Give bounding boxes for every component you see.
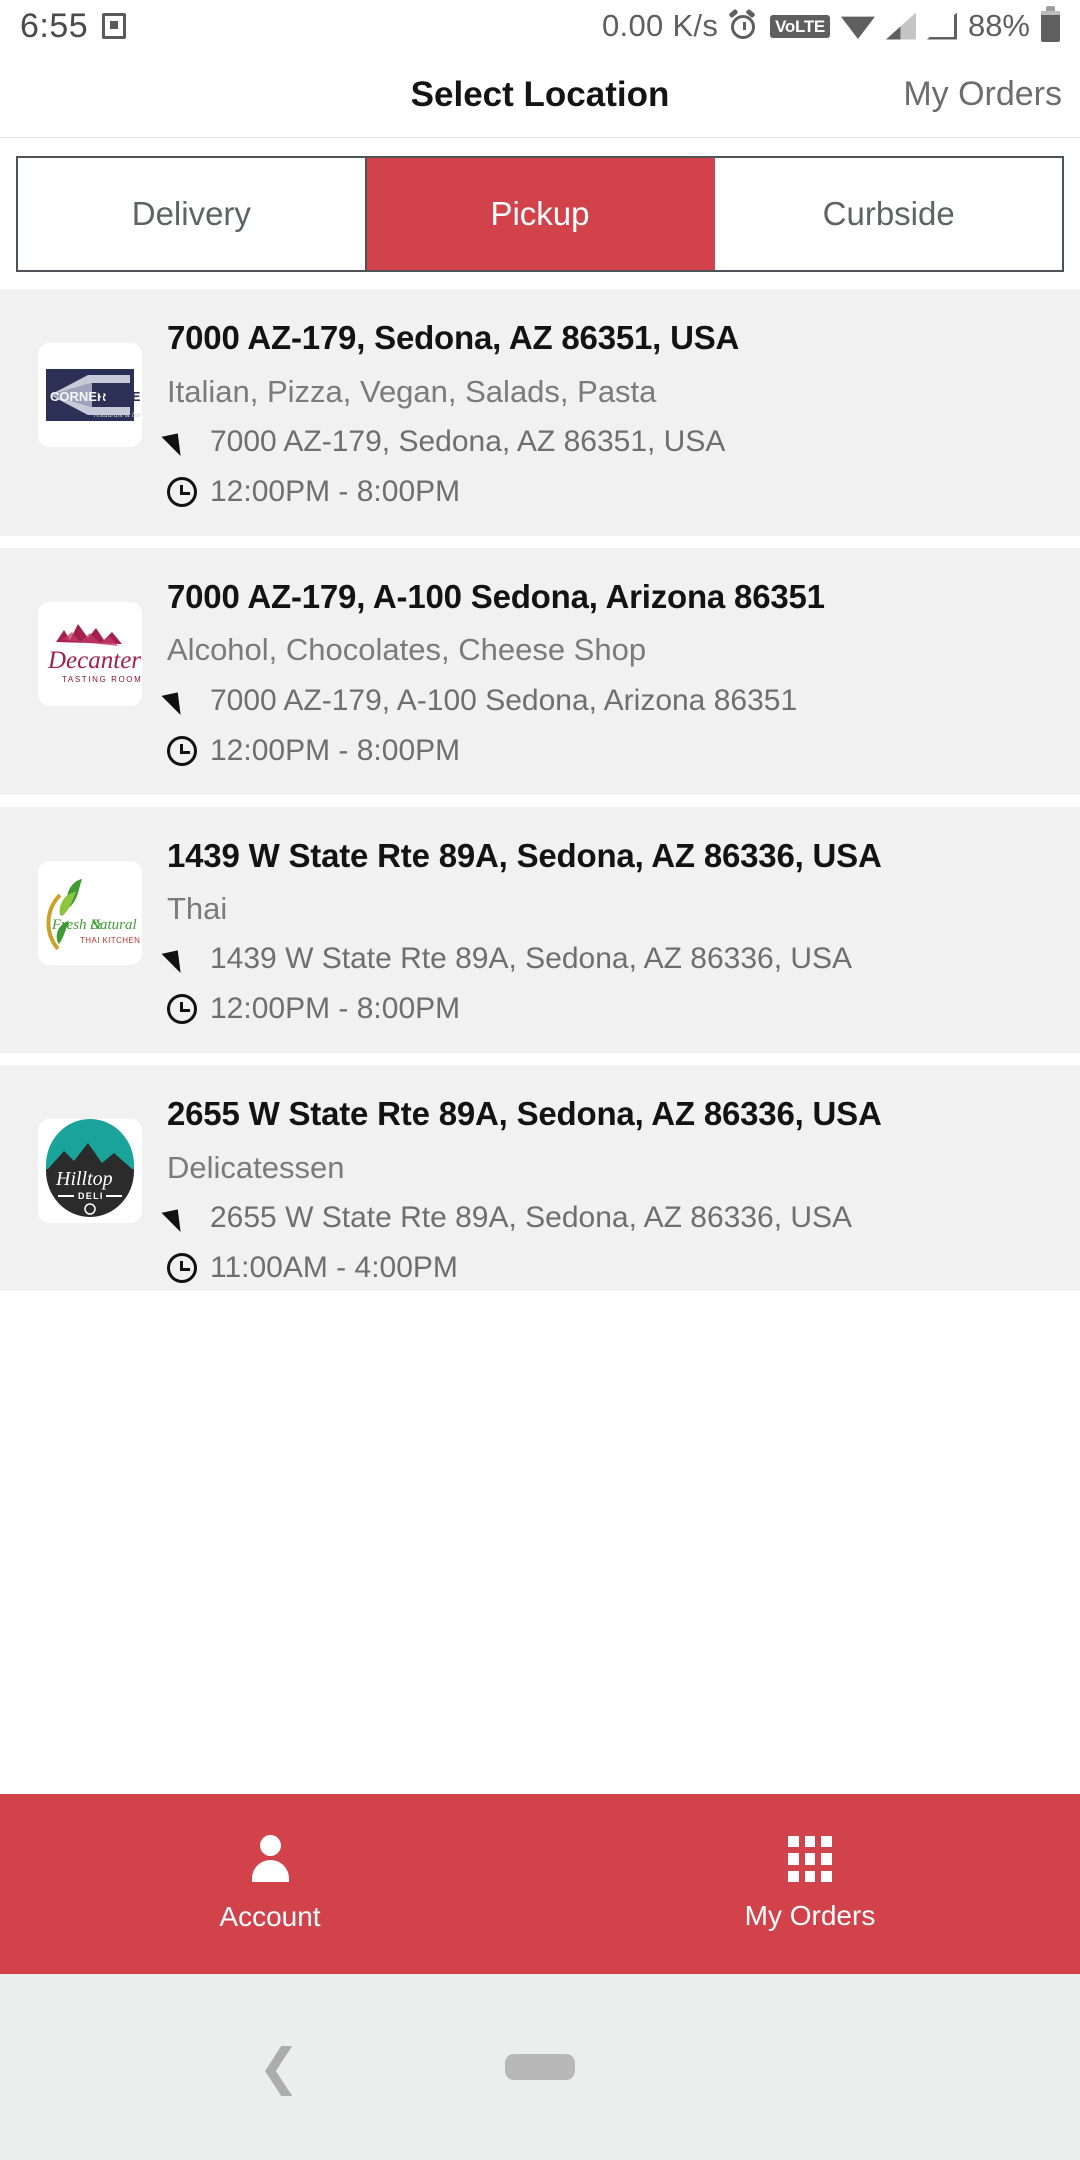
location-categories: Alcohol, Chocolates, Cheese Shop [167,632,647,668]
location-hours: 12:00PM - 8:00PM [210,992,461,1026]
grid-icon [788,1836,832,1882]
list-item[interactable]: Hilltop DELI 2655 W State Rte 89A, Sedon… [0,1065,1080,1291]
battery-percent-text: 88% [967,8,1030,43]
list-item-body: 7000 AZ-179, A-100 Sedona, Arizona 86351… [167,574,1058,769]
location-hours-row: 11:00AM - 4:00PM [167,1250,1058,1286]
svg-text:Hilltop: Hilltop [55,1168,113,1190]
system-navigation-bar: ❮ [0,1974,1080,2160]
location-address-row: 1439 W State Rte 89A, Sedona, AZ 86336, … [167,941,1058,977]
svg-text:restaurant & bar: restaurant & bar [94,411,142,419]
clock-time: 6:55 [20,6,89,45]
status-bar-right: 0.00 K/s VoLTE 88% [602,5,1060,44]
list-item[interactable]: CORNER TABLE restaurant & bar 7000 AZ-17… [0,289,1080,536]
corner-table-logo: CORNER TABLE restaurant & bar [38,343,142,447]
tab-delivery[interactable]: Delivery [18,158,367,270]
clock-icon [167,476,197,507]
location-address-row: 7000 AZ-179, A-100 Sedona, Arizona 86351 [167,683,1058,719]
bottom-nav-item-account[interactable]: Account [0,1794,540,1974]
app-header: Select Location My Orders [0,52,1080,138]
order-mode-tabs: Delivery Pickup Curbside [16,156,1064,272]
my-orders-header-button[interactable]: My Orders [903,75,1062,114]
person-icon [247,1835,293,1883]
fresh-and-natural-thai-kitchen-logo: Fresh & Natural THAI KITCHEN [38,860,142,965]
list-item[interactable]: Fresh & Natural THAI KITCHEN 1439 W Stat… [0,806,1080,1054]
location-categories: Delicatessen [167,1149,345,1185]
navigation-arrow-icon [167,686,197,716]
clock-icon [167,1253,197,1284]
network-speed-text: 0.00 K/s [602,8,719,43]
list-item[interactable]: Decanter TASTING ROOM 7000 AZ-179, A-100… [0,547,1080,795]
location-address: 7000 AZ-179, A-100 Sedona, Arizona 86351 [210,683,798,717]
location-address: 1439 W State Rte 89A, Sedona, AZ 86336, … [210,942,853,976]
location-hours-row: 12:00PM - 8:00PM [167,474,1058,510]
clock-icon [167,994,197,1025]
svg-text:Decanter: Decanter [47,647,141,674]
chevron-left-icon[interactable]: ❮ [258,2042,300,2092]
location-hours: 11:00AM - 4:00PM [210,1251,458,1285]
location-categories: Italian, Pizza, Vegan, Salads, Pasta [167,373,657,409]
tab-curbside[interactable]: Curbside [715,158,1063,270]
list-item-body: 2655 W State Rte 89A, Sedona, AZ 86336, … [167,1091,1058,1286]
bottom-nav-label: Account [219,1901,321,1932]
home-pill-icon[interactable] [505,2054,575,2080]
wifi-icon [840,16,875,39]
svg-text:TABLE: TABLE [98,389,141,404]
hilltop-deli-logo: Hilltop DELI [38,1119,142,1224]
svg-text:TASTING ROOM: TASTING ROOM [62,675,142,684]
list-item-body: 1439 W State Rte 89A, Sedona, AZ 86336, … [167,833,1058,1028]
battery-icon [1041,5,1060,42]
bottom-nav-label: My Orders [744,1900,876,1931]
location-address-row: 7000 AZ-179, Sedona, AZ 86351, USA [167,424,1058,460]
location-title: 1439 W State Rte 89A, Sedona, AZ 86336, … [167,836,882,874]
location-address: 7000 AZ-179, Sedona, AZ 86351, USA [210,424,726,458]
calendar-icon [102,13,127,39]
clock-icon [167,735,197,766]
signal-bars-icon [885,12,916,40]
location-hours-row: 12:00PM - 8:00PM [167,733,1058,769]
status-bar: 6:55 0.00 K/s VoLTE 88% [0,0,1080,52]
location-hours: 12:00PM - 8:00PM [210,733,461,767]
bottom-navigation-bar: Account My Orders [0,1794,1080,1974]
svg-text:THAI KITCHEN: THAI KITCHEN [80,936,140,945]
location-address-row: 2655 W State Rte 89A, Sedona, AZ 86336, … [167,1200,1058,1236]
location-title: 2655 W State Rte 89A, Sedona, AZ 86336, … [167,1095,882,1133]
svg-text:DELI: DELI [78,1191,104,1201]
navigation-arrow-icon [167,427,197,457]
navigation-arrow-icon [167,1203,197,1233]
location-title: 7000 AZ-179, Sedona, AZ 86351, USA [167,319,740,356]
navigation-arrow-icon [167,944,197,974]
order-mode-tabs-container: Delivery Pickup Curbside [0,138,1080,289]
tab-pickup[interactable]: Pickup [366,158,716,270]
alarm-icon [728,8,759,41]
volte-icon: VoLTE [770,14,830,38]
status-bar-left: 6:55 [20,6,127,46]
location-list[interactable]: CORNER TABLE restaurant & bar 7000 AZ-17… [0,289,1080,1291]
signal-empty-icon [927,13,957,40]
list-item-body: 7000 AZ-179, Sedona, AZ 86351, USA Itali… [167,315,1058,510]
location-categories: Thai [167,891,228,927]
bottom-nav-item-my-orders[interactable]: My Orders [540,1794,1080,1974]
location-title: 7000 AZ-179, A-100 Sedona, Arizona 86351 [167,577,825,615]
svg-text:Natural: Natural [89,917,137,933]
decanter-tasting-room-logo: Decanter TASTING ROOM [38,601,142,706]
location-hours: 12:00PM - 8:00PM [210,474,461,508]
location-hours-row: 12:00PM - 8:00PM [167,991,1058,1027]
location-address: 2655 W State Rte 89A, Sedona, AZ 86336, … [210,1201,853,1235]
